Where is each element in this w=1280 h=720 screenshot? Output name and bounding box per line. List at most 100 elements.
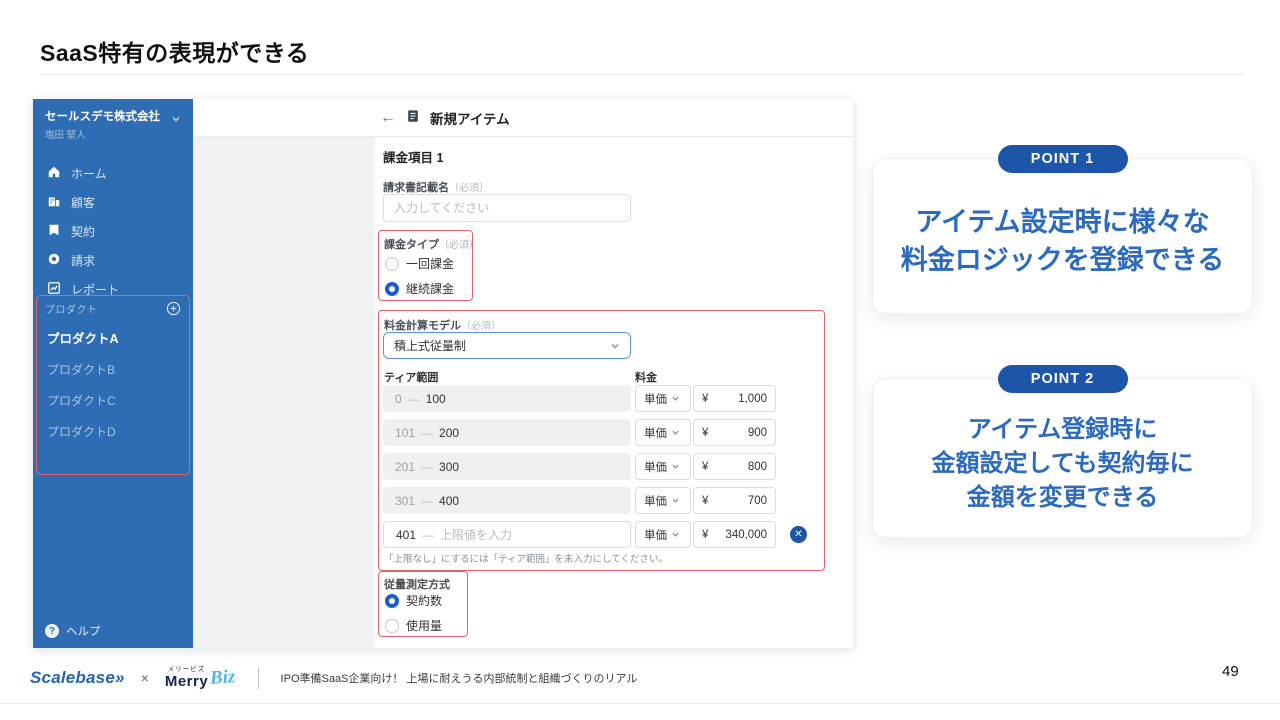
- sidebar-item-product-b[interactable]: プロダクトB: [33, 354, 193, 385]
- sidebar-item-label: 契約: [71, 223, 95, 240]
- point-card-1: POINT 1 アイテム設定時に様々な 料金ロジックを登録できる: [872, 158, 1253, 314]
- chevron-down-icon: [671, 462, 680, 471]
- price-input-row-5[interactable]: ¥ 340,000: [693, 521, 776, 548]
- footer-description: IPO準備SaaS企業向け！ 上場に耐えうる内部統制と組織づくりのリアル: [281, 670, 638, 686]
- unit-select-row-2[interactable]: 単価: [635, 419, 691, 446]
- radio-one-time-billing[interactable]: 一回課金: [385, 255, 454, 272]
- contract-icon: [47, 223, 61, 240]
- chevron-down-icon: [671, 428, 680, 437]
- sidebar-menu: ホーム 顧客 契約 請求 レポート: [33, 159, 193, 304]
- sidebar-item-contracts[interactable]: 契約: [33, 217, 193, 246]
- chevron-down-icon: [171, 111, 181, 129]
- scalebase-logo: Scalebase»: [30, 668, 125, 688]
- product-section-label: プロダクト: [45, 301, 98, 316]
- pricing-model-label: 料金計算モデル（必須）: [384, 317, 501, 333]
- slide: SaaS特有の表現ができる セールスデモ株式会社 塩田 堅人 ホーム 顧客: [0, 0, 1280, 720]
- sidebar-item-reports[interactable]: レポート: [33, 275, 193, 304]
- company-name: セールスデモ株式会社: [45, 111, 160, 125]
- app-header-content: ← 新規アイテム: [380, 99, 510, 137]
- unit-select-row-4[interactable]: 単価: [635, 487, 691, 514]
- footer: Scalebase» × メリービズ Merry Biz IPO準備SaaS企業…: [30, 662, 637, 694]
- sidebar: セールスデモ株式会社 塩田 堅人 ホーム 顧客 契約: [33, 99, 193, 648]
- radio-contract-count[interactable]: 契約数: [385, 592, 442, 609]
- price-input-row-4[interactable]: ¥ 700: [693, 487, 776, 514]
- sidebar-item-label: 顧客: [71, 194, 95, 211]
- sidebar-item-product-c[interactable]: プロダクトC: [33, 385, 193, 416]
- chevron-down-icon: [610, 341, 620, 351]
- currency-symbol: ¥: [702, 529, 708, 541]
- user-name: 塩田 堅人: [45, 127, 86, 141]
- sidebar-item-label: レポート: [71, 281, 119, 298]
- currency-symbol: ¥: [702, 495, 708, 507]
- price-input-row-3[interactable]: ¥ 800: [693, 453, 776, 480]
- product-section-header: プロダクト: [45, 301, 181, 316]
- tier-range-row-5[interactable]: 401 — 上限値を入力: [383, 521, 631, 548]
- radio-usage-amount[interactable]: 使用量: [385, 617, 442, 634]
- radio-recurring-billing[interactable]: 継続課金: [385, 280, 454, 297]
- radio-unchecked-icon[interactable]: [385, 257, 399, 271]
- radio-checked-icon[interactable]: [385, 282, 399, 296]
- tier-range-row-2[interactable]: 101 — 200: [383, 419, 631, 446]
- merrybiz-logo: メリービズ Merry Biz: [165, 667, 236, 690]
- pricing-model-value: 積上式従量制: [394, 337, 466, 354]
- home-icon: [47, 165, 61, 182]
- point-1-text: アイテム設定時に様々な 料金ロジックを登録できる: [901, 203, 1224, 280]
- sidebar-item-home[interactable]: ホーム: [33, 159, 193, 188]
- point-1-badge: POINT 1: [998, 145, 1128, 173]
- report-icon: [47, 281, 61, 298]
- unit-select-row-5[interactable]: 単価: [635, 521, 691, 548]
- billing-type-label: 課金タイプ（必須）: [384, 236, 479, 252]
- unit-select-row-1[interactable]: 単価: [635, 385, 691, 412]
- tier-range-row-1[interactable]: 0 — 100: [383, 385, 631, 412]
- chevron-down-icon: [671, 530, 680, 539]
- tier-range-row-4[interactable]: 301 — 400: [383, 487, 631, 514]
- cross-icon: ×: [141, 670, 149, 686]
- chevron-down-icon: [671, 394, 680, 403]
- app-screenshot: セールスデモ株式会社 塩田 堅人 ホーム 顧客 契約: [33, 99, 853, 648]
- tier-range-row-3[interactable]: 201 — 300: [383, 453, 631, 480]
- product-list: プロダクトA プロダクトB プロダクトC プロダクトD: [33, 321, 193, 447]
- sidebar-item-help[interactable]: ? ヘルプ: [45, 623, 101, 639]
- pricing-model-select[interactable]: 積上式従量制: [383, 332, 631, 359]
- currency-symbol: ¥: [702, 393, 708, 405]
- help-label: ヘルプ: [66, 623, 101, 639]
- back-arrow-icon[interactable]: ←: [380, 109, 396, 127]
- add-product-button[interactable]: [166, 301, 181, 316]
- unit-select-row-3[interactable]: 単価: [635, 453, 691, 480]
- price-input-row-2[interactable]: ¥ 900: [693, 419, 776, 446]
- tier-range-column-header: ティア範囲: [384, 369, 438, 385]
- sidebar-item-product-d[interactable]: プロダクトD: [33, 416, 193, 447]
- chevron-down-icon: [671, 496, 680, 505]
- billing-icon: [47, 252, 61, 269]
- invoice-name-label: 請求書記載名（必須）: [383, 179, 489, 195]
- radio-unchecked-icon[interactable]: [385, 619, 399, 633]
- price-input-row-1[interactable]: ¥ 1,000: [693, 385, 776, 412]
- page-number: 49: [1222, 663, 1239, 680]
- currency-symbol: ¥: [702, 461, 708, 473]
- sidebar-item-customers[interactable]: 顧客: [33, 188, 193, 217]
- page-title: 新規アイテム: [430, 108, 510, 128]
- sidebar-item-label: ホーム: [71, 165, 107, 182]
- currency-symbol: ¥: [702, 427, 708, 439]
- footer-divider: [258, 667, 259, 689]
- point-2-text: アイテム登録時に 金額設定しても契約毎に 金額を変更できる: [931, 413, 1193, 515]
- document-icon: [406, 109, 420, 128]
- sidebar-item-billing[interactable]: 請求: [33, 246, 193, 275]
- measure-method-label: 従量測定方式: [384, 576, 450, 592]
- billing-item-title: 課金項目 1: [383, 147, 443, 166]
- app-header: [193, 99, 853, 137]
- customers-icon: [47, 194, 61, 211]
- point-card-2: POINT 2 アイテム登録時に 金額設定しても契約毎に 金額を変更できる: [872, 378, 1253, 538]
- title-divider: [40, 74, 1245, 75]
- slide-title: SaaS特有の表現ができる: [40, 34, 309, 68]
- sidebar-item-label: 請求: [71, 252, 95, 269]
- invoice-name-input[interactable]: [383, 194, 631, 222]
- radio-checked-icon[interactable]: [385, 594, 399, 608]
- price-column-header: 料金: [635, 369, 657, 385]
- tier-note: 「上限なし」にするには「ティア範囲」を未入力にしてください。: [384, 551, 668, 565]
- bottom-divider: [0, 703, 1280, 704]
- remove-tier-icon[interactable]: ✕: [790, 526, 807, 543]
- help-icon: ?: [45, 624, 59, 638]
- point-2-badge: POINT 2: [998, 365, 1128, 393]
- sidebar-item-product-a[interactable]: プロダクトA: [33, 321, 193, 354]
